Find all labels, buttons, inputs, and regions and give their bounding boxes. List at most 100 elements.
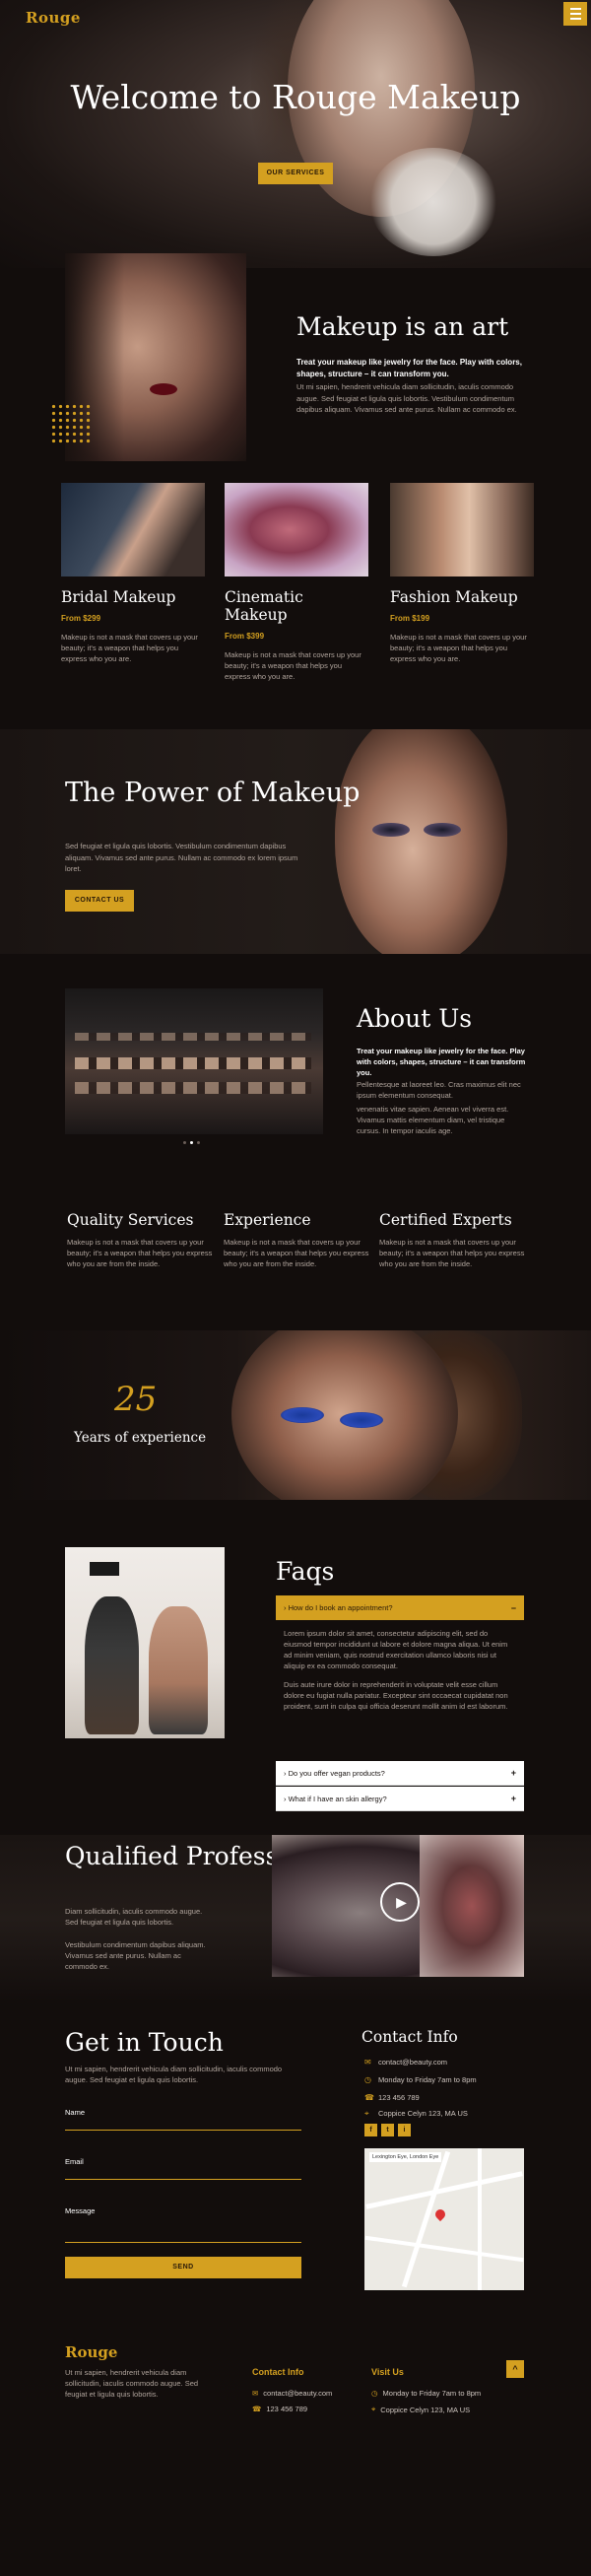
footer-contact-title: Contact Info [252, 2367, 304, 2377]
service-price: From $399 [225, 632, 265, 641]
mail-icon: ✉ [364, 2057, 371, 2067]
message-field[interactable] [65, 2242, 301, 2243]
dot-pattern-decoration [50, 403, 92, 444]
years-number: 25 [114, 1380, 158, 1419]
service-image [225, 483, 368, 576]
footer-hours: ◷ Monday to Friday 7am to 8pm [371, 2389, 482, 2398]
hero-photo-flowers [369, 148, 497, 256]
service-card-fashion[interactable]: Fashion Makeup From $199 Makeup is not a… [390, 483, 534, 664]
professionals-text-1: Diam sollicitudin, iaculis commodo augue… [65, 1907, 203, 1927]
art-lead: Treat your makeup like jewelry for the f… [296, 358, 522, 378]
service-price: From $299 [61, 614, 101, 623]
faq-item-vegan: › Do you offer vegan products? + [276, 1761, 524, 1786]
faq-photo [65, 1547, 225, 1738]
slider-dot[interactable] [197, 1141, 200, 1144]
faq-question: › Do you offer vegan products? [284, 1768, 385, 1778]
email-label: Email [65, 2157, 84, 2166]
service-title: Bridal Makeup [61, 588, 176, 606]
feature-title: Certified Experts [379, 1211, 512, 1229]
facebook-icon[interactable]: f [364, 2124, 377, 2136]
feature-title: Quality Services [67, 1211, 194, 1229]
about-section: About Us Treat your makeup like jewelry … [0, 954, 591, 1188]
menu-button[interactable] [563, 2, 587, 26]
art-photo [65, 253, 246, 461]
service-text: Makeup is not a mask that covers up your… [390, 633, 527, 663]
our-services-button[interactable]: OUR SERVICES [258, 163, 333, 184]
faq-answer: Lorem ipsum dolor sit amet, consectetur … [284, 1629, 508, 1711]
service-price: From $199 [390, 614, 430, 623]
footer-phone[interactable]: ☎ 123 456 789 [252, 2405, 307, 2413]
service-card-cinematic[interactable]: Cinematic Makeup From $399 Makeup is not… [225, 483, 368, 682]
footer-visit-title: Visit Us [371, 2367, 404, 2377]
phone-icon: ☎ [252, 2405, 262, 2413]
send-button[interactable]: SEND [65, 2257, 301, 2278]
faq-question-toggle[interactable]: › What if I have an skin allergy? + [276, 1787, 524, 1811]
play-icon[interactable]: ▶ [380, 1882, 420, 1922]
power-text: Sed feugiat et ligula quis lobortis. Ves… [65, 842, 298, 873]
feature-text: Makeup is not a mask that covers up your… [224, 1238, 369, 1268]
art-body: Ut mi sapien, hendrerit vehicula diam so… [296, 382, 517, 414]
power-section: The Power of Makeup Sed feugiat et ligul… [0, 729, 591, 954]
contact-phone[interactable]: ☎ 123 456 789 [364, 2093, 420, 2102]
years-label: Years of experience [74, 1430, 207, 1446]
slider-dot[interactable] [183, 1141, 186, 1144]
professionals-section: Qualified Professionals Diam sollicitudi… [0, 1835, 591, 2002]
faq-question-toggle[interactable]: › How do I book an appointment? − [276, 1595, 524, 1620]
minus-icon: − [510, 1602, 516, 1613]
contact-intro: Ut mi sapien, hendrerit vehicula diam so… [65, 2065, 283, 2084]
about-title: About Us [357, 1004, 473, 1033]
slider-dots[interactable] [183, 1141, 200, 1144]
clock-icon: ◷ [371, 2389, 378, 2398]
contact-us-button[interactable]: CONTACT US [65, 890, 134, 912]
features-section: Quality Services Makeup is not a mask th… [0, 1188, 591, 1330]
footer-email[interactable]: ✉ contact@beauty.com [252, 2389, 332, 2398]
services-section: Bridal Makeup From $299 Makeup is not a … [0, 483, 591, 729]
faq-question: › What if I have an skin allergy? [284, 1794, 387, 1803]
message-label: Message [65, 2206, 96, 2215]
contact-email[interactable]: ✉ contact@beauty.com [364, 2058, 447, 2067]
instagram-icon[interactable]: i [398, 2124, 411, 2136]
power-photo [335, 729, 507, 954]
feature-title: Experience [224, 1211, 311, 1229]
power-title: The Power of Makeup [65, 778, 361, 808]
site-logo[interactable]: Rouge [26, 9, 81, 27]
plus-icon: + [510, 1794, 516, 1803]
footer-address: ⌖ Coppice Celyn 123, MA US [371, 2405, 471, 2414]
faq-question: › How do I book an appointment? [284, 1603, 393, 1612]
slider-dot-active[interactable] [190, 1141, 193, 1144]
hero-section: Rouge Welcome to Rouge Makeup OUR SERVIC… [0, 0, 591, 268]
service-text: Makeup is not a mask that covers up your… [225, 650, 361, 681]
art-section: Makeup is an art Treat your makeup like … [0, 253, 591, 483]
back-to-top-button[interactable]: ^ [506, 2360, 524, 2378]
service-text: Makeup is not a mask that covers up your… [61, 633, 198, 663]
phone-icon: ☎ [364, 2092, 374, 2102]
contact-address: ⌖ Coppice Celyn 123, MA US [364, 2108, 468, 2118]
service-image [390, 483, 534, 576]
footer-text: Ut mi sapien, hendrerit vehicula diam so… [65, 2368, 199, 2399]
footer-logo[interactable]: Rouge [65, 2343, 117, 2361]
footer: Rouge Ut mi sapien, hendrerit vehicula d… [0, 2320, 591, 2515]
service-image [61, 483, 205, 576]
location-map[interactable]: Lexington Eye, London Eye [364, 2148, 524, 2290]
video-thumbnail[interactable]: ▶ [272, 1835, 524, 1977]
contact-section: Get in Touch Ut mi sapien, hendrerit veh… [0, 2002, 591, 2320]
hero-title: Welcome to Rouge Makeup [70, 78, 521, 116]
art-title: Makeup is an art [296, 312, 509, 341]
feature-certified: Certified Experts Makeup is not a mask t… [379, 1211, 527, 1269]
professionals-text-2: Vestibulum condimentum dapibus aliquam. … [65, 1940, 206, 1971]
plus-icon: + [510, 1768, 516, 1778]
feature-text: Makeup is not a mask that covers up your… [67, 1238, 213, 1268]
hamburger-icon [569, 8, 581, 10]
faq-question-toggle[interactable]: › Do you offer vegan products? + [276, 1761, 524, 1786]
name-field[interactable] [65, 2130, 301, 2131]
about-text-1: Pellentesque at laoreet leo. Cras maximu… [357, 1080, 521, 1100]
contact-title: Get in Touch [65, 2028, 224, 2057]
faq-item-allergy: › What if I have an skin allergy? + [276, 1787, 524, 1811]
social-links: f t i [364, 2124, 411, 2136]
name-label: Name [65, 2108, 86, 2117]
email-field[interactable] [65, 2179, 301, 2180]
twitter-icon[interactable]: t [381, 2124, 394, 2136]
faq-title: Faqs [276, 1557, 335, 1586]
service-card-bridal[interactable]: Bridal Makeup From $299 Makeup is not a … [61, 483, 205, 664]
map-place-label: Lexington Eye, London Eye [369, 2152, 442, 2162]
